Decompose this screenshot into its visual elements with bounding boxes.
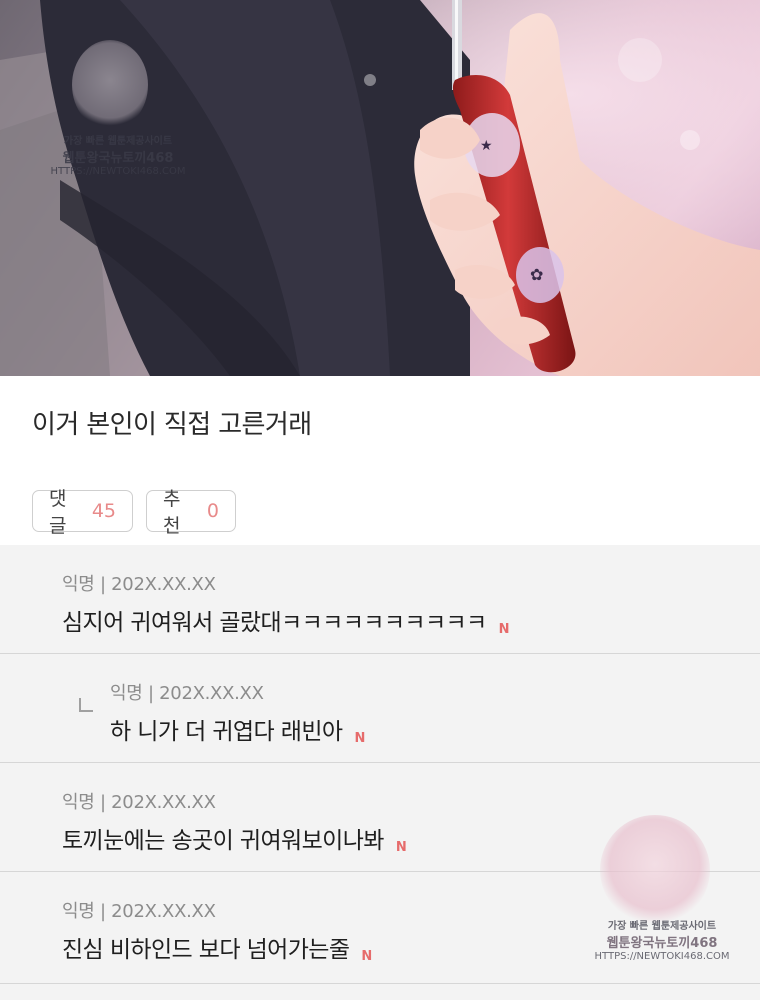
new-badge: N <box>498 622 510 637</box>
watermark-mascot-icon <box>72 40 148 130</box>
post-title: 이거 본인이 직접 고른거래 <box>32 410 312 440</box>
watermark-bottom: 가장 빠른 웹툰제공사이트 웹툰왕국뉴토끼468 HTTPS://NEWTOKI… <box>588 917 736 962</box>
svg-text:✿: ✿ <box>530 265 543 284</box>
watermark-line3: HTTPS://NEWTOKI468.COM <box>50 166 186 177</box>
watermark-mascot-icon <box>600 815 710 925</box>
watermark-line1: 가장 빠른 웹툰제공사이트 <box>63 136 173 147</box>
comment-item[interactable]: 익명 | 202X.XX.XX 심지어 귀여워서 골랐대ㅋㅋㅋㅋㅋㅋㅋㅋㅋㅋ N <box>0 545 760 654</box>
comment-text: 진심 비하인드 보다 넘어가는줄 <box>62 937 350 963</box>
comment-author: 익명 <box>62 901 95 922</box>
comment-list: 익명 | 202X.XX.XX 심지어 귀여워서 골랐대ㅋㅋㅋㅋㅋㅋㅋㅋㅋㅋ N … <box>0 545 760 1000</box>
comment-text: 하 니가 더 귀엽다 래빈아 <box>110 719 343 745</box>
watermark-line3: HTTPS://NEWTOKI468.COM <box>594 951 730 962</box>
watermark-line2: 웹툰왕국뉴토끼468 <box>62 151 174 166</box>
comment-text: 심지어 귀여워서 골랐대ㅋㅋㅋㅋㅋㅋㅋㅋㅋㅋ <box>62 610 487 636</box>
recommend-button[interactable]: 추천 0 <box>146 488 236 537</box>
svg-text:★: ★ <box>480 138 493 154</box>
post-illustration: ★ ✿ 가장 빠른 웹툰제공사이트 웹툰왕국뉴토끼468 HTTPS://NEW… <box>0 0 760 376</box>
comment-author: 익명 <box>62 792 95 813</box>
comment-author: 익명 <box>62 574 95 595</box>
comment-reply-item[interactable]: 익명 | 202X.XX.XX 하 니가 더 귀엽다 래빈아 N <box>0 654 760 763</box>
comment-date: 202X.XX.XX <box>111 574 216 595</box>
comment-date: 202X.XX.XX <box>111 901 216 922</box>
comments-count: 45 <box>91 500 116 522</box>
comment-date: 202X.XX.XX <box>111 792 216 813</box>
recommend-label: 추천 <box>163 488 181 537</box>
recommend-count: 0 <box>206 500 219 522</box>
comment-author: 익명 <box>110 683 143 704</box>
comment-text: 토끼눈에는 송곳이 귀여워보이나봐 <box>62 828 384 854</box>
watermark-line2: 웹툰왕국뉴토끼468 <box>606 936 718 951</box>
new-badge: N <box>354 731 365 746</box>
new-badge: N <box>395 840 407 855</box>
new-badge: N <box>361 949 372 964</box>
comments-count-button[interactable]: 댓글 45 <box>32 488 133 537</box>
watermark-top: 가장 빠른 웹툰제공사이트 웹툰왕국뉴토끼468 HTTPS://NEWTOKI… <box>48 132 188 177</box>
watermark-line1: 가장 빠른 웹툰제공사이트 <box>607 921 717 932</box>
comment-date: 202X.XX.XX <box>159 683 264 704</box>
comments-label: 댓글 <box>49 488 67 537</box>
reply-arrow-icon <box>79 698 93 712</box>
